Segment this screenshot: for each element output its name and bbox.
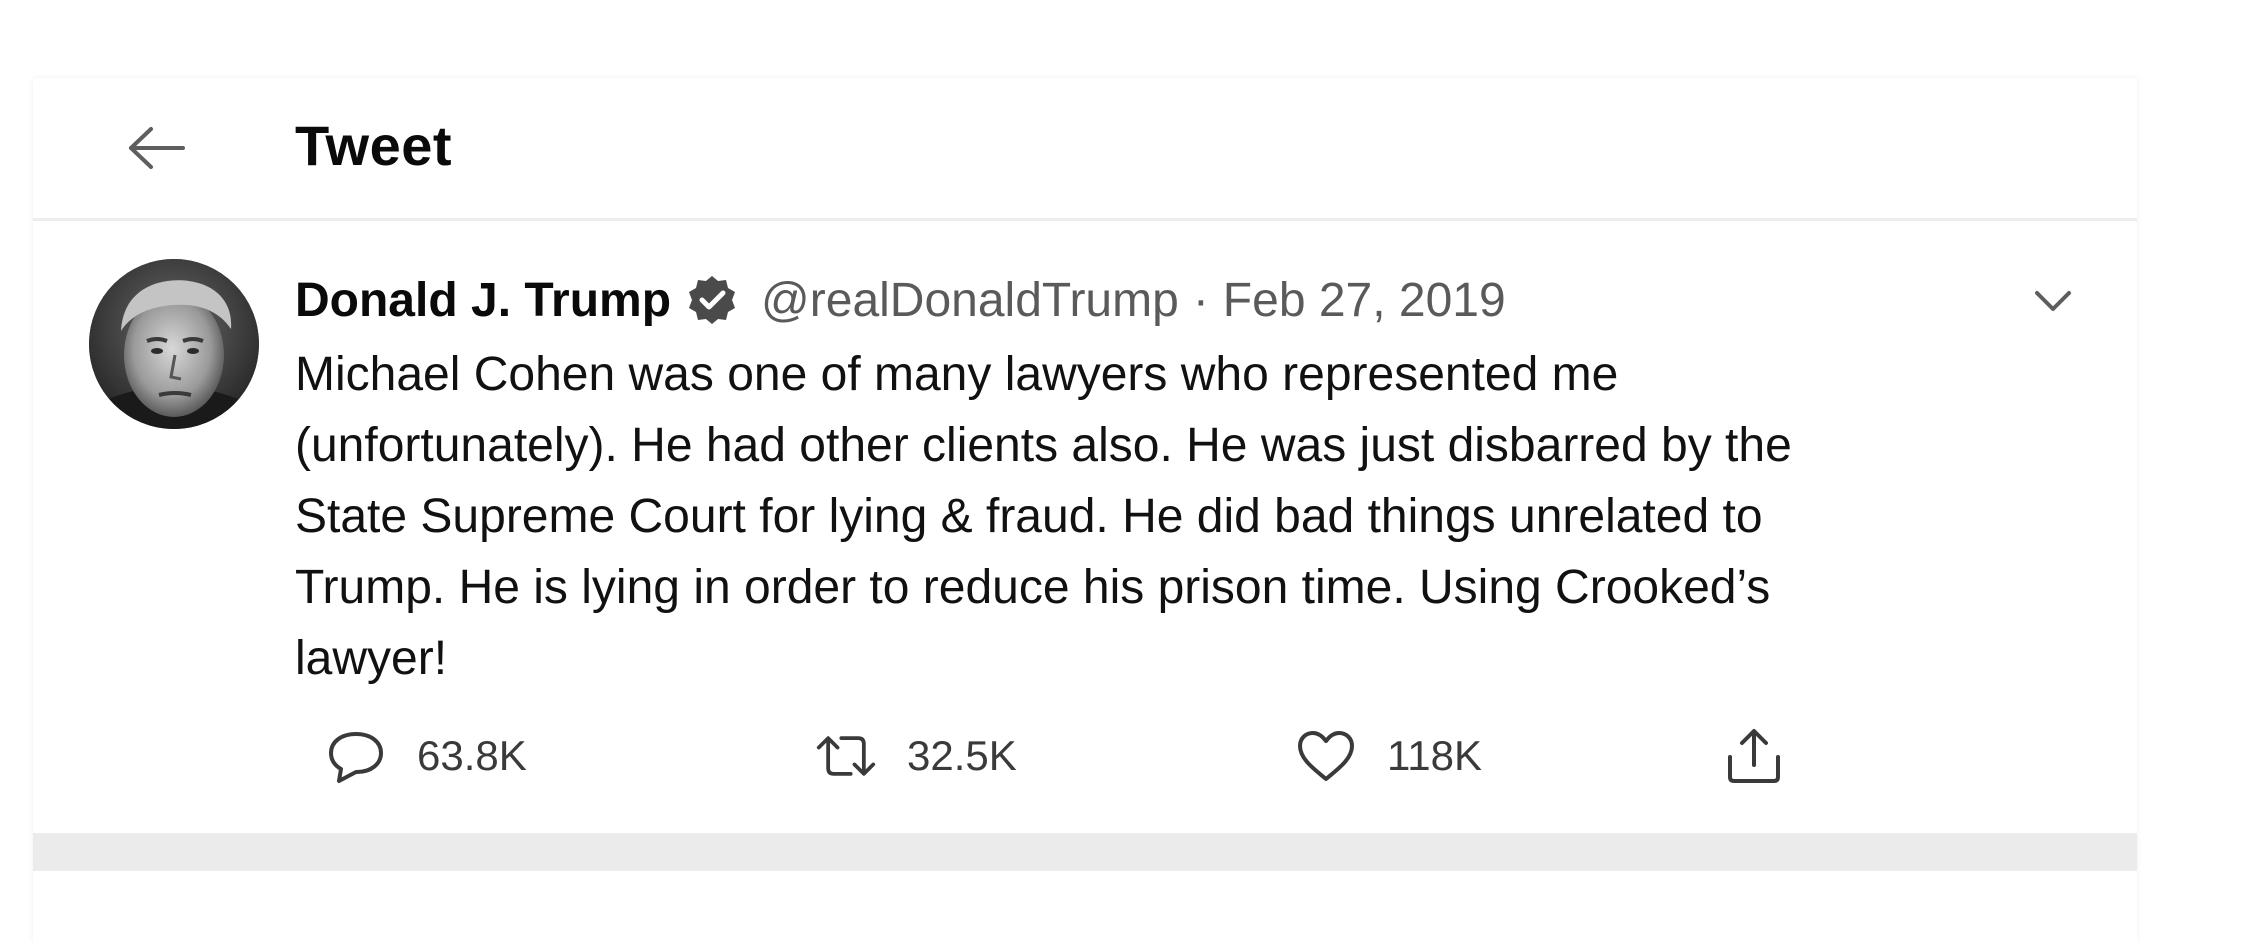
author-name[interactable]: Donald J. Trump [295,273,671,328]
tweet-text: Michael Cohen was one of many lawyers wh… [295,348,1792,685]
page: Tweet Donald J. Trump @realDonaldTrump ·… [0,0,2250,943]
page-title: Tweet [295,114,453,177]
chevron-down-icon [2033,289,2073,318]
like-count: 118K [1387,732,1482,779]
retweet-count: 32.5K [907,732,1017,779]
avatar[interactable] [89,259,259,429]
heart-icon [1295,725,1357,787]
section-divider [33,833,2137,871]
meta-separator: · [1192,273,1209,327]
tweet[interactable]: Donald J. Trump @realDonaldTrump · Feb 2… [33,221,2137,833]
tweet-date[interactable]: Feb 27, 2019 [1223,273,1506,328]
more-options-button[interactable] [2023,273,2083,333]
share-button[interactable] [1723,721,1785,791]
like-button[interactable]: 118K [1295,721,1482,791]
back-button[interactable] [113,106,201,194]
tweet-actions: 63.8K 32.5K 118K [295,721,1895,791]
share-icon [1723,725,1785,787]
reply-icon [325,725,387,787]
arrow-left-icon [127,126,187,175]
tweet-panel: Tweet Donald J. Trump @realDonaldTrump ·… [33,78,2137,943]
verified-badge-icon [685,273,739,327]
retweet-icon [815,725,877,787]
retweet-button[interactable]: 32.5K [815,721,1017,791]
avatar-portrait-image [89,259,259,429]
tweet-header: Donald J. Trump @realDonaldTrump · Feb 2… [295,263,1506,337]
reply-button[interactable]: 63.8K [325,721,527,791]
author-handle[interactable]: @realDonaldTrump [761,273,1179,328]
reply-count: 63.8K [417,732,527,779]
header: Tweet [33,78,2137,221]
